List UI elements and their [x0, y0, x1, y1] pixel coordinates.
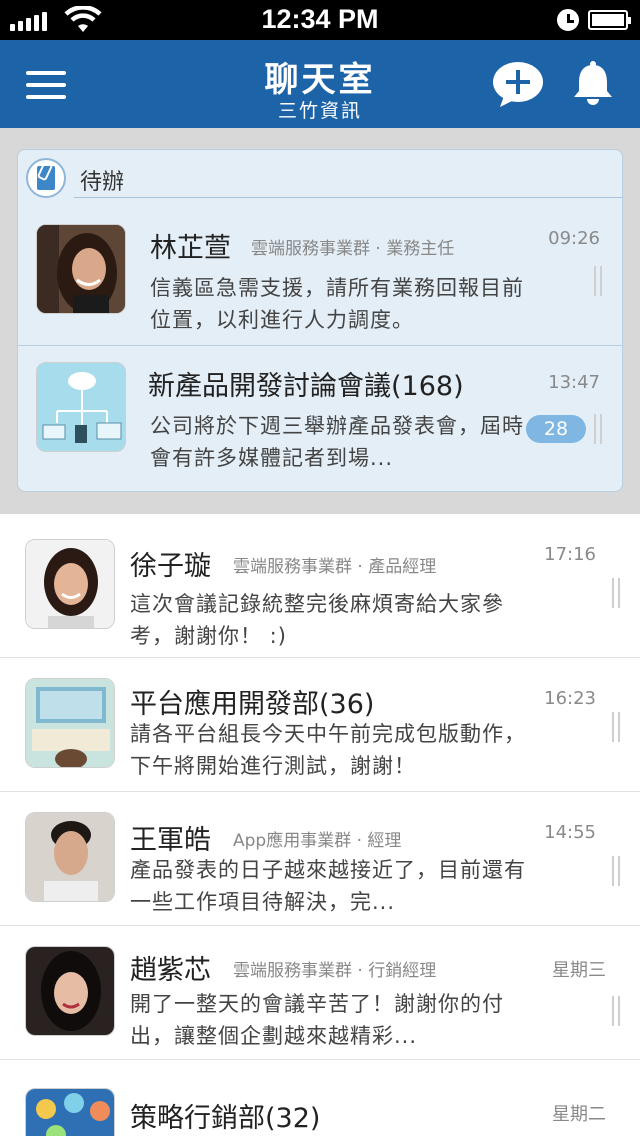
- avatar: [36, 224, 126, 314]
- todo-card: 待辦 林芷萱 雲端服務事業群 · 業務主任 09:26 信義區急需支援，請所有業…: [17, 149, 623, 492]
- drag-handle-icon[interactable]: [594, 414, 604, 444]
- chat-list-item[interactable]: 王軍皓 App應用事業群 · 經理 14:55 產品發表的日子越來越接近了，目前…: [0, 792, 640, 926]
- chat-message: 產品發表的日子越來越接近了，目前還有一些工作項目待解決，完...: [130, 858, 526, 914]
- drag-handle-icon[interactable]: [612, 712, 622, 742]
- todo-header: 待辦: [18, 150, 622, 198]
- chat-message: 請各平台組長今天中午前完成包版動作，下午將開始進行測試，謝謝！: [130, 722, 526, 778]
- chat-time: 17:16: [544, 544, 596, 565]
- avatar: [25, 1088, 115, 1136]
- avatar: [25, 678, 115, 768]
- todo-item[interactable]: 林芷萱 雲端服務事業群 · 業務主任 09:26 信義區急需支援，請所有業務回報…: [18, 198, 622, 345]
- chat-message: 這次會議記錄統整完後麻煩寄給大家參考，謝謝你！ :): [130, 592, 504, 648]
- chat-list-item[interactable]: 趙紫芯 雲端服務事業群 · 行銷經理 星期三 開了一整天的會議辛苦了！謝謝你的付…: [0, 926, 640, 1060]
- page-title: 聊天室: [264, 60, 376, 100]
- chat-time: 星期三: [552, 960, 606, 981]
- chat-name: 林芷萱: [150, 233, 231, 264]
- chat-name: 平台應用開發部(36): [130, 689, 375, 720]
- chat-name: 趙紫芯: [130, 955, 211, 986]
- chat-name: 策略行銷部(32): [130, 1103, 321, 1134]
- avatar: [25, 539, 115, 629]
- todo-section: 待辦 林芷萱 雲端服務事業群 · 業務主任 09:26 信義區急需支援，請所有業…: [0, 128, 640, 514]
- drag-handle-icon[interactable]: [612, 996, 622, 1026]
- chat-list: 徐子璇 雲端服務事業群 · 產品經理 17:16 這次會議記錄統整完後麻煩寄給大…: [0, 514, 640, 1136]
- drag-handle-icon[interactable]: [612, 578, 622, 608]
- chat-list-item[interactable]: 平台應用開發部(36) 16:23 請各平台組長今天中午前完成包版動作，下午將開…: [0, 658, 640, 792]
- drag-handle-icon[interactable]: [594, 266, 604, 296]
- chat-meta: App應用事業群 · 經理: [233, 831, 402, 851]
- chat-message: 信義區急需支援，請所有業務回報目前位置，以利進行人力調度。: [150, 276, 524, 332]
- status-bar: 12:34 PM: [0, 0, 640, 40]
- chat-time: 13:47: [548, 372, 600, 393]
- todo-label: 待辦: [80, 170, 125, 195]
- chat-name: 徐子璇: [130, 551, 211, 582]
- chat-message: 公司將於下週三舉辦產品發表會，屆時會有許多媒體記者到場...: [150, 414, 524, 470]
- drag-handle-icon[interactable]: [612, 856, 622, 886]
- chat-time: 星期二: [552, 1104, 606, 1125]
- chat-meta: 雲端服務事業群 · 產品經理: [233, 557, 437, 577]
- nav-bar: 聊天室 三竹資訊: [0, 40, 640, 128]
- chat-meta: 雲端服務事業群 · 行銷經理: [233, 961, 437, 981]
- chat-list-item[interactable]: 策略行銷部(32) 星期二: [0, 1070, 640, 1136]
- chat-list-item[interactable]: 徐子璇 雲端服務事業群 · 產品經理 17:16 這次會議記錄統整完後麻煩寄給大…: [0, 524, 640, 658]
- clipboard-icon: [26, 158, 66, 198]
- chat-meta: 雲端服務事業群 · 業務主任: [251, 239, 455, 259]
- chat-time: 16:23: [544, 688, 596, 709]
- chat-message: 開了一整天的會議辛苦了！謝謝你的付出，讓整個企劃越來越精彩...: [130, 992, 504, 1048]
- avatar: [36, 362, 126, 452]
- notification-bell-icon[interactable]: [572, 60, 614, 106]
- page-subtitle: 三竹資訊: [277, 100, 362, 122]
- chat-time: 09:26: [548, 228, 600, 249]
- todo-item[interactable]: 新產品開發討論會議(168) 13:47 公司將於下週三舉辦產品發表會，屆時會有…: [18, 345, 622, 491]
- chat-time: 14:55: [544, 822, 596, 843]
- chat-name: 王軍皓: [130, 825, 211, 856]
- alarm-clock-icon: [557, 9, 579, 31]
- chat-name: 新產品開發討論會議(168): [148, 371, 464, 402]
- unread-count-badge: 28: [526, 415, 586, 443]
- battery-icon: [588, 10, 631, 30]
- status-time: 12:34 PM: [261, 4, 379, 34]
- avatar: [25, 812, 115, 902]
- new-chat-icon[interactable]: [492, 60, 544, 108]
- avatar: [25, 946, 115, 1036]
